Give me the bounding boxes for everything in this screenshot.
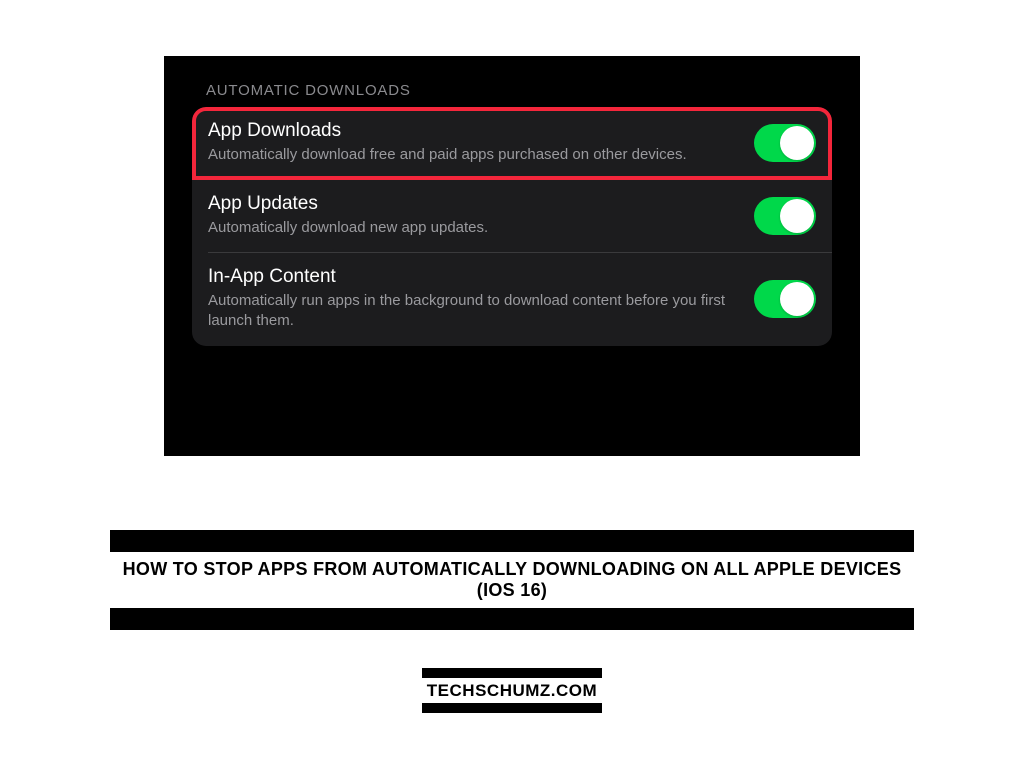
setting-title: App Downloads bbox=[208, 120, 736, 143]
setting-row-app-updates[interactable]: App Updates Automatically download new a… bbox=[192, 180, 832, 253]
caption-bar-bottom bbox=[110, 608, 914, 630]
setting-row-app-downloads[interactable]: App Downloads Automatically download fre… bbox=[192, 107, 832, 180]
credit-bar-top bbox=[422, 668, 602, 678]
caption-block: How To Stop Apps from Automatically Down… bbox=[110, 530, 914, 630]
setting-desc: Automatically download free and paid app… bbox=[208, 145, 736, 165]
credit-text: TECHSCHUMZ.COM bbox=[427, 678, 597, 703]
caption-text: How To Stop Apps from Automatically Down… bbox=[110, 552, 914, 608]
toggle-knob bbox=[780, 282, 814, 316]
toggle-knob bbox=[780, 126, 814, 160]
setting-text: App Downloads Automatically download fre… bbox=[208, 120, 754, 165]
setting-text: App Updates Automatically download new a… bbox=[208, 193, 754, 238]
setting-desc: Automatically run apps in the background… bbox=[208, 291, 736, 332]
settings-card: App Downloads Automatically download fre… bbox=[192, 107, 832, 346]
toggle-app-updates[interactable] bbox=[754, 197, 816, 235]
toggle-in-app-content[interactable] bbox=[754, 280, 816, 318]
setting-title: In-App Content bbox=[208, 266, 736, 289]
credit-bar-bottom bbox=[422, 703, 602, 713]
setting-desc: Automatically download new app updates. bbox=[208, 218, 736, 238]
setting-title: App Updates bbox=[208, 193, 736, 216]
setting-text: In-App Content Automatically run apps in… bbox=[208, 266, 754, 331]
toggle-app-downloads[interactable] bbox=[754, 124, 816, 162]
settings-screenshot: AUTOMATIC DOWNLOADS App Downloads Automa… bbox=[164, 56, 860, 456]
section-header: AUTOMATIC DOWNLOADS bbox=[192, 82, 832, 99]
toggle-knob bbox=[780, 199, 814, 233]
credit-block: TECHSCHUMZ.COM bbox=[422, 668, 602, 713]
setting-row-in-app-content[interactable]: In-App Content Automatically run apps in… bbox=[192, 253, 832, 346]
caption-bar-top bbox=[110, 530, 914, 552]
